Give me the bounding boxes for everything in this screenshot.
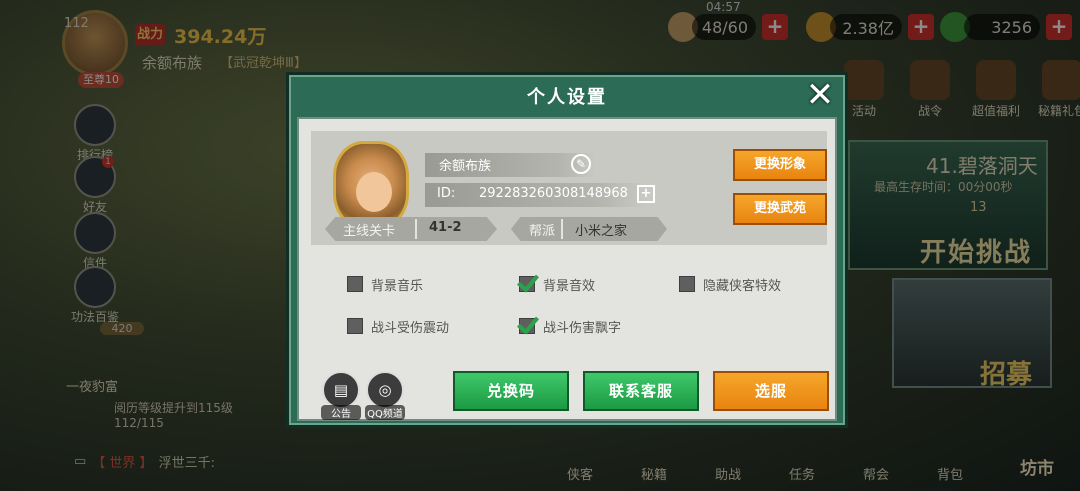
option-label: 战斗受伤震动 — [371, 320, 450, 336]
divider — [415, 219, 417, 239]
option-hide-hero-fx[interactable]: 隐藏侠客特效 — [679, 273, 781, 295]
edit-name-icon[interactable]: ✎ — [571, 154, 591, 174]
avatar-face — [356, 172, 392, 212]
option-label: 背景音效 — [543, 278, 596, 294]
option-bg-music[interactable]: 背景音乐 — [347, 273, 423, 295]
qq-channel-button[interactable]: ◎ QQ频道 — [365, 371, 405, 420]
close-button[interactable]: ✕ — [803, 78, 837, 113]
checkbox[interactable] — [347, 276, 363, 292]
id-label: ID: — [437, 186, 456, 201]
player-avatar-portrait[interactable] — [333, 141, 409, 229]
option-damage-text[interactable]: 战斗伤害飘字 — [519, 315, 621, 337]
main-stage-value: 41-2 — [429, 220, 462, 235]
change-garden-button[interactable]: 更换武苑 — [733, 193, 827, 225]
notice-button[interactable]: ▤ 公告 — [321, 371, 361, 420]
option-bg-sfx[interactable]: 背景音效 — [519, 273, 595, 295]
contact-support-button[interactable]: 联系客服 — [583, 371, 699, 411]
option-label: 战斗伤害飘字 — [543, 320, 622, 336]
change-look-button[interactable]: 更换形象 — [733, 149, 827, 181]
qq-channel-label: QQ频道 — [365, 405, 405, 420]
notice-label: 公告 — [321, 405, 361, 420]
dialog-body: 余额布族 ✎ ID: 292283260308148968 + 主线关卡 41-… — [297, 117, 837, 421]
checkbox-checked[interactable] — [519, 318, 535, 334]
gamepad-icon: ◎ — [366, 371, 404, 409]
player-name: 余额布族 — [439, 159, 492, 174]
option-label: 隐藏侠客特效 — [703, 278, 782, 294]
select-server-button[interactable]: 选服 — [713, 371, 829, 411]
main-stage-label: 主线关卡 — [343, 224, 396, 239]
checkbox[interactable] — [347, 318, 363, 334]
copy-id-icon[interactable]: + — [637, 185, 655, 203]
dialog-title: 个人设置 — [527, 87, 607, 108]
id-value: 292283260308148968 — [479, 186, 628, 201]
notice-icon: ▤ — [322, 371, 360, 409]
checkbox-checked[interactable] — [519, 276, 535, 292]
guild-label: 帮派 — [529, 224, 556, 239]
redeem-code-button[interactable]: 兑换码 — [453, 371, 569, 411]
option-hurt-vibration[interactable]: 战斗受伤震动 — [347, 315, 449, 337]
checkbox[interactable] — [679, 276, 695, 292]
option-label: 背景音乐 — [371, 278, 424, 294]
divider — [561, 219, 563, 239]
profile-card: 余额布族 ✎ ID: 292283260308148968 + 主线关卡 41-… — [311, 131, 827, 245]
personal-settings-dialog: 个人设置 ✕ 余额布族 ✎ ID: 292283260308148968 + 主… — [286, 72, 848, 428]
guild-value: 小米之家 — [575, 224, 628, 239]
